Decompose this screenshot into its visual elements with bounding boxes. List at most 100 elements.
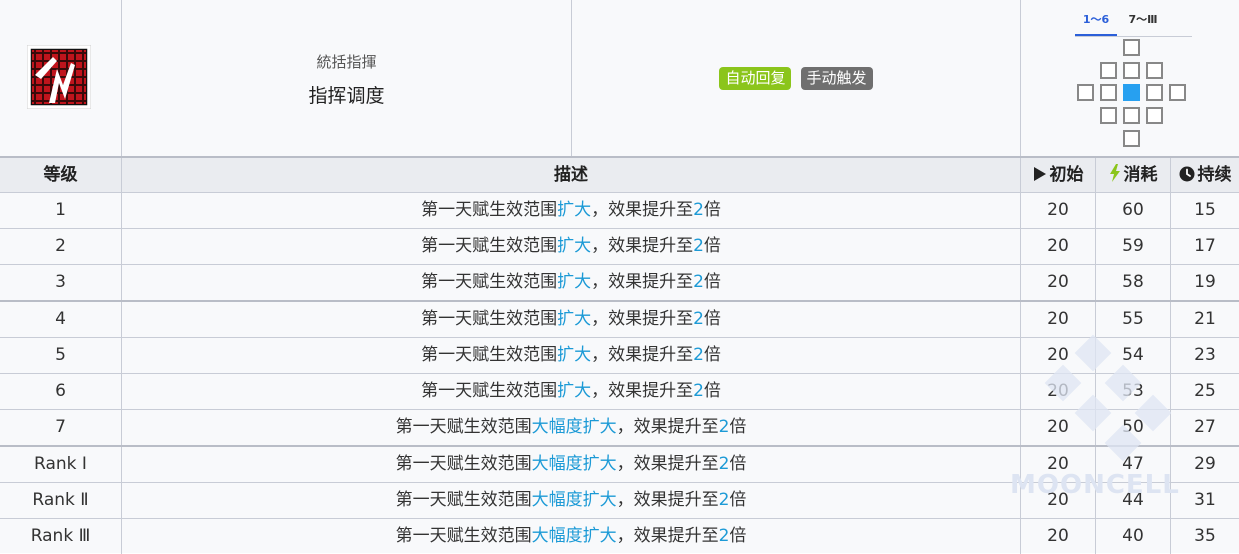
cell-level: 7	[0, 410, 122, 445]
cell-description: 第一天赋生效范围大幅度扩大，效果提升至2倍	[122, 483, 1021, 518]
cell-level: 3	[0, 265, 122, 300]
cell-initial: 20	[1021, 483, 1096, 518]
cell-description: 第一天赋生效范围扩大，效果提升至2倍	[122, 374, 1021, 409]
cell-cost: 54	[1096, 338, 1171, 373]
cell-cost: 50	[1096, 410, 1171, 445]
table-header: 等级 描述 初始 消耗 持续	[0, 156, 1239, 193]
range-tile	[1146, 62, 1163, 79]
cell-initial: 20	[1021, 265, 1096, 300]
cell-cost: 40	[1096, 519, 1171, 554]
cell-level: Rank Ⅲ	[0, 519, 122, 554]
cell-cost: 58	[1096, 265, 1171, 300]
range-tile	[1100, 62, 1117, 79]
cell-initial: 20	[1021, 519, 1096, 554]
cell-cost: 59	[1096, 229, 1171, 264]
table-row: 7 第一天赋生效范围大幅度扩大，效果提升至2倍 20 50 27	[0, 410, 1239, 447]
clock-icon	[1179, 166, 1194, 182]
range-tile	[1146, 107, 1163, 124]
range-tabs: 1～6 7～Ⅲ	[1075, 12, 1192, 37]
cell-initial: 20	[1021, 193, 1096, 228]
cell-initial: 20	[1021, 410, 1096, 445]
cell-initial: 20	[1021, 338, 1096, 373]
cell-description: 第一天赋生效范围扩大，效果提升至2倍	[122, 302, 1021, 337]
header-duration: 持续	[1171, 158, 1239, 193]
skill-name-cell: 統括指揮 指挥调度	[122, 0, 572, 156]
table-row: 5 第一天赋生效范围扩大，效果提升至2倍 20 54 23	[0, 338, 1239, 374]
skill-tags-cell: 自动回复 手动触发	[572, 0, 1021, 156]
table-row: Rank Ⅲ 第一天赋生效范围大幅度扩大，效果提升至2倍 20 40 35	[0, 519, 1239, 554]
cell-duration: 29	[1194, 454, 1216, 474]
cell-level: 2	[0, 229, 122, 264]
cell-description: 第一天赋生效范围大幅度扩大，效果提升至2倍	[122, 410, 1021, 445]
range-tile	[1077, 84, 1094, 101]
cell-duration: 15	[1194, 200, 1216, 220]
range-tile	[1123, 130, 1140, 147]
table-row: 1 第一天赋生效范围扩大，效果提升至2倍 20 60 15	[0, 193, 1239, 229]
header-description: 描述	[122, 158, 1021, 193]
cell-initial: 20	[1021, 229, 1096, 264]
cell-description: 第一天赋生效范围大幅度扩大，效果提升至2倍	[122, 447, 1021, 482]
cell-level: Rank Ⅱ	[0, 483, 122, 518]
range-tile	[1100, 84, 1117, 101]
header-initial-label: 初始	[1049, 165, 1084, 185]
table-row: 3 第一天赋生效范围扩大，效果提升至2倍 20 58 19	[0, 265, 1239, 302]
cell-cost: 55	[1096, 302, 1171, 337]
header-level: 等级	[0, 158, 122, 193]
cell-initial: 20	[1021, 374, 1096, 409]
cell-cost: 60	[1096, 193, 1171, 228]
skill-icon-cell	[0, 0, 122, 156]
skill-subtitle: 統括指揮	[316, 53, 377, 71]
range-tile	[1146, 84, 1163, 101]
range-tile	[1100, 107, 1117, 124]
table-row: 2 第一天赋生效范围扩大，效果提升至2倍 20 59 17	[0, 229, 1239, 265]
cell-initial: 20	[1021, 302, 1096, 337]
skill-panel: 統括指揮 指挥调度 自动回复 手动触发 1～6 7～Ⅲ 等级 描述 初始 消耗 …	[0, 0, 1239, 554]
cell-duration: 25	[1194, 381, 1216, 401]
cell-level: 1	[0, 193, 122, 228]
range-tile	[1123, 62, 1140, 79]
cell-level: 5	[0, 338, 122, 373]
cell-duration: 17	[1194, 236, 1216, 256]
table-row: 4 第一天赋生效范围扩大，效果提升至2倍 20 55 21	[0, 302, 1239, 338]
cell-duration: 35	[1194, 526, 1216, 546]
cell-duration: 21	[1194, 309, 1216, 329]
header-cost-label: 消耗	[1123, 165, 1158, 185]
cell-description: 第一天赋生效范围扩大，效果提升至2倍	[122, 265, 1021, 300]
header-initial: 初始	[1021, 158, 1096, 193]
skill-header: 統括指揮 指挥调度 自动回复 手动触发 1～6 7～Ⅲ	[0, 0, 1239, 156]
operator-position-tile	[1123, 84, 1140, 101]
tab-range-1-6[interactable]: 1～6	[1075, 12, 1117, 36]
header-duration-label: 持续	[1197, 165, 1232, 185]
cell-duration: 31	[1194, 490, 1216, 510]
cell-description: 第一天赋生效范围扩大，效果提升至2倍	[122, 229, 1021, 264]
table-row: 6 第一天赋生效范围扩大，效果提升至2倍 20 53 25	[0, 374, 1239, 410]
cell-duration: 19	[1194, 272, 1216, 292]
range-tile	[1123, 39, 1140, 56]
cell-cost: 47	[1096, 447, 1171, 482]
play-icon	[1033, 167, 1046, 181]
skill-tags: 自动回复 手动触发	[572, 67, 1020, 90]
cell-cost: 53	[1096, 374, 1171, 409]
cell-duration: 27	[1194, 417, 1216, 437]
range-cell: 1～6 7～Ⅲ	[1021, 0, 1239, 156]
range-tile	[1123, 107, 1140, 124]
tag-auto-recovery: 自动回复	[719, 67, 792, 90]
cell-description: 第一天赋生效范围扩大，效果提升至2倍	[122, 338, 1021, 373]
cell-level: 4	[0, 302, 122, 337]
skill-name: 指挥调度	[308, 85, 385, 107]
table-row: Rank Ⅰ 第一天赋生效范围大幅度扩大，效果提升至2倍 20 47 29	[0, 447, 1239, 483]
cell-duration: 23	[1194, 345, 1216, 365]
cell-description: 第一天赋生效范围大幅度扩大，效果提升至2倍	[122, 519, 1021, 554]
tag-manual-trigger: 手动触发	[800, 67, 873, 90]
skill-command-icon	[27, 45, 91, 109]
cell-level: Rank Ⅰ	[0, 447, 122, 482]
cell-cost: 44	[1096, 483, 1171, 518]
range-tile	[1169, 84, 1186, 101]
cell-initial: 20	[1021, 447, 1096, 482]
table-row: Rank Ⅱ 第一天赋生效范围大幅度扩大，效果提升至2倍 20 44 31	[0, 483, 1239, 519]
cell-description: 第一天赋生效范围扩大，效果提升至2倍	[122, 193, 1021, 228]
tab-range-7-rank3[interactable]: 7～Ⅲ	[1121, 12, 1165, 34]
lightning-icon	[1109, 164, 1120, 182]
cell-level: 6	[0, 374, 122, 409]
header-cost: 消耗	[1096, 158, 1171, 193]
